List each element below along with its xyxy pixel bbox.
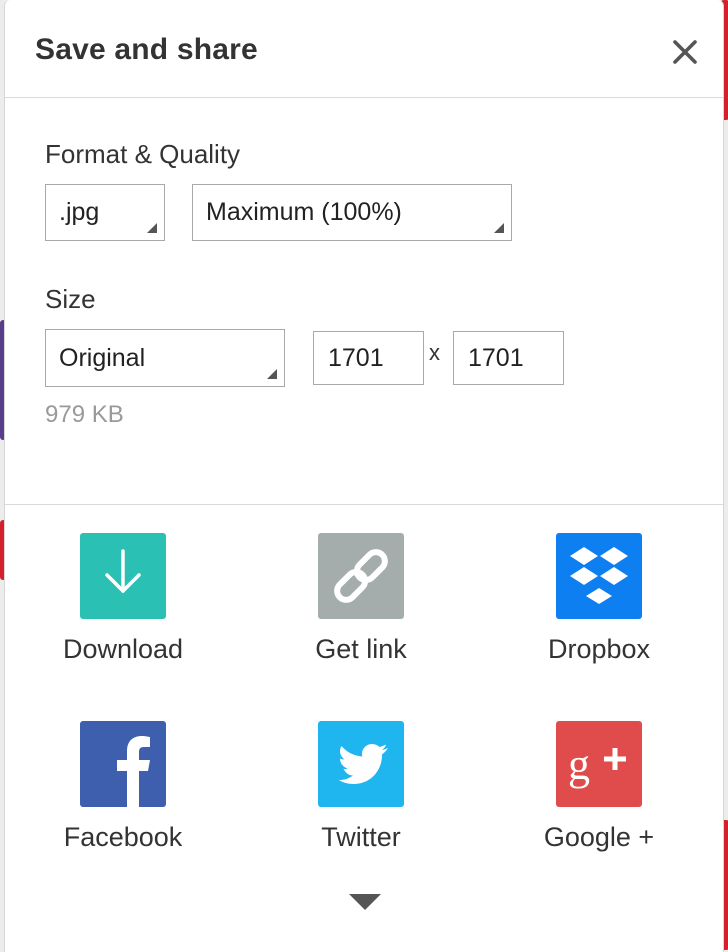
chevron-down-icon[interactable] [349, 894, 381, 910]
svg-text:g: g [568, 740, 590, 789]
select-caret-icon [147, 223, 157, 233]
quality-select-value: Maximum (100%) [206, 198, 402, 226]
dropbox-icon [556, 533, 642, 619]
dialog-header: Save and share [5, 0, 723, 98]
size-label: Size [45, 284, 96, 314]
close-icon[interactable] [667, 34, 703, 70]
select-caret-icon [494, 223, 504, 233]
height-input[interactable]: 1701 [453, 331, 564, 385]
dimension-separator: x [429, 340, 440, 365]
quality-select[interactable]: Maximum (100%) [192, 184, 512, 241]
share-google-plus-button[interactable]: g Google + [499, 721, 699, 853]
share-dropbox-button[interactable]: Dropbox [499, 533, 699, 665]
google-plus-icon: g [556, 721, 642, 807]
size-preset-value: Original [59, 344, 146, 372]
share-label: Dropbox [547, 634, 651, 664]
format-select-value: .jpg [59, 198, 100, 226]
select-caret-icon [267, 369, 277, 379]
share-facebook-button[interactable]: Facebook [23, 721, 223, 853]
format-select[interactable]: .jpg [45, 184, 165, 241]
twitter-icon [318, 721, 404, 807]
width-input[interactable]: 1701 [313, 331, 424, 385]
share-label: Twitter [321, 822, 401, 852]
dialog-title: Save and share [35, 33, 258, 66]
download-icon [80, 533, 166, 619]
share-label: Get link [315, 634, 407, 664]
share-twitter-button[interactable]: Twitter [261, 721, 461, 853]
facebook-icon [80, 721, 166, 807]
link-icon [318, 533, 404, 619]
file-size-text: 979 KB [45, 401, 124, 428]
share-label: Download [62, 634, 184, 664]
share-label: Google + [543, 822, 655, 852]
share-download-button[interactable]: Download [23, 533, 223, 665]
share-get-link-button[interactable]: Get link [261, 533, 461, 665]
save-and-share-dialog: Save and share Format & Quality .jpg Max… [4, 0, 724, 952]
share-label: Facebook [63, 822, 183, 852]
size-preset-select[interactable]: Original [45, 329, 285, 387]
format-quality-label: Format & Quality [45, 139, 241, 169]
section-divider [5, 504, 723, 505]
